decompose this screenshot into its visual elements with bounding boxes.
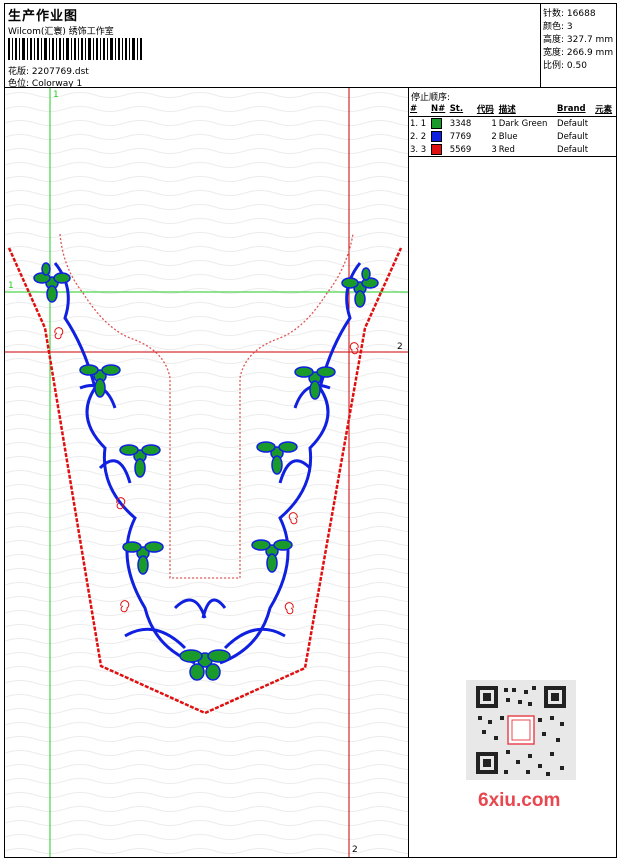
table-header-row: # N# St. 代码 描述 Brand 元素 <box>409 102 616 117</box>
height-label: 高度: <box>543 35 565 45</box>
table-row: 3. 3 5569 3 Red Default <box>409 143 616 156</box>
row-element <box>594 130 616 143</box>
table-row: 1. 1 3348 1 Dark Green Default <box>409 117 616 131</box>
row-index: 1. 1 <box>410 118 427 129</box>
col-num: # <box>409 102 430 117</box>
row-brand: Default <box>557 118 589 129</box>
color-swatch-cell <box>430 130 449 143</box>
height: 高度: 327.7 mm <box>543 32 613 45</box>
width-label: 宽度: <box>543 48 565 58</box>
marker-v2: 2 <box>352 845 358 855</box>
color-swatch <box>430 144 442 155</box>
qr-code <box>466 680 576 780</box>
marker-h2: 2 <box>397 342 403 352</box>
col-stitches: St. <box>448 102 476 117</box>
color-swatch <box>430 131 442 142</box>
row-desc: Dark Green <box>498 118 548 129</box>
scale-label: 比例: <box>543 61 565 71</box>
watermark: 6xiu.com <box>478 790 561 811</box>
color-swatch-cell <box>430 117 449 131</box>
col-code: 代码 <box>475 102 498 117</box>
stop-sequence-table: # N# St. 代码 描述 Brand 元素 1. 1 3348 1 Dark… <box>409 102 616 156</box>
stitch-count: 针数: 16688 <box>543 6 596 19</box>
color-swatch-cell <box>430 143 449 156</box>
header-info-panel: 生产作业图 Wilcom(汇寰) 绣饰工作室 花版: 2207769.dst 色… <box>5 4 541 89</box>
width-value: 266.9 mm <box>566 48 614 58</box>
row-element <box>594 117 616 131</box>
col-brand: Brand <box>556 102 595 117</box>
stats-panel: 针数: 16688 颜色: 3 高度: 327.7 mm 宽度: 266.9 m… <box>541 4 616 88</box>
marker-h1: 1 <box>8 281 14 291</box>
embroidery-canvas: 1 2 1 2 <box>5 88 409 857</box>
row-index: 3. 3 <box>410 144 427 155</box>
row-code: 2 <box>491 131 497 142</box>
height-value: 327.7 mm <box>566 35 614 45</box>
row-index: 2. 2 <box>410 131 427 142</box>
page-title: 生产作业图 <box>8 9 79 24</box>
color-count-label: 颜色: <box>543 22 565 32</box>
row-desc: Red <box>498 144 515 155</box>
company-name: Wilcom(汇寰) 绣饰工作室 <box>8 27 114 37</box>
embroidery-design <box>5 88 408 857</box>
row-stitches: 7769 <box>449 131 472 142</box>
scale-value: 0.50 <box>566 61 587 71</box>
row-stitches: 3348 <box>449 118 472 129</box>
row-brand: Default <box>557 131 589 142</box>
stitch-count-value: 16688 <box>566 9 596 19</box>
table-divider <box>409 156 616 157</box>
col-element: 元素 <box>594 102 616 117</box>
row-brand: Default <box>557 144 589 155</box>
row-code: 3 <box>491 144 497 155</box>
color-count-value: 3 <box>566 22 573 32</box>
row-stitches: 5569 <box>449 144 472 155</box>
row-element <box>594 143 616 156</box>
marker-v1: 1 <box>53 90 59 100</box>
scale: 比例: 0.50 <box>543 58 587 71</box>
color-swatch <box>430 118 442 129</box>
table-row: 2. 2 7769 2 Blue Default <box>409 130 616 143</box>
row-code: 1 <box>491 118 497 129</box>
width: 宽度: 266.9 mm <box>543 45 613 58</box>
color-count: 颜色: 3 <box>543 19 573 32</box>
col-needle: N# <box>429 102 449 117</box>
row-desc: Blue <box>498 131 518 142</box>
barcode <box>8 38 142 60</box>
stitch-count-label: 针数: <box>543 9 565 19</box>
col-desc: 描述 <box>497 102 557 117</box>
